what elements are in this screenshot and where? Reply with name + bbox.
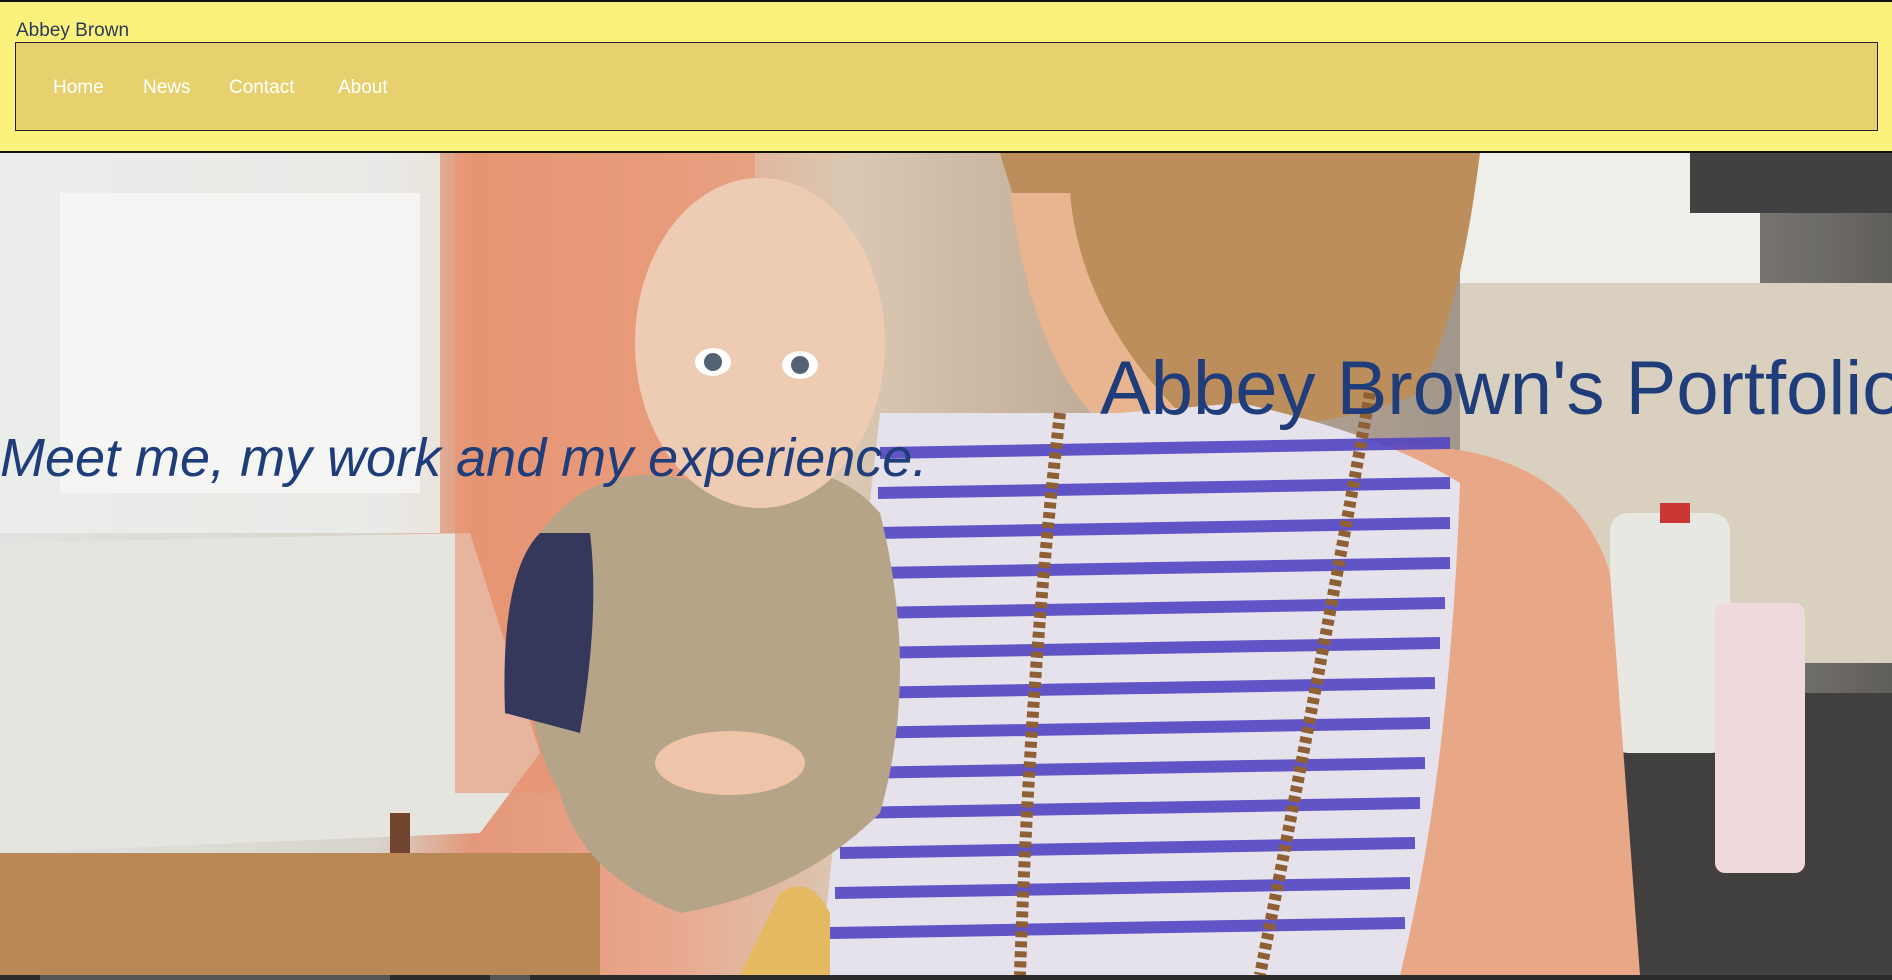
- hero-background-photo: [0, 153, 1892, 975]
- nav-item-about[interactable]: About: [338, 77, 388, 99]
- nav-item-contact[interactable]: Contact: [229, 77, 294, 99]
- hero-tagline: Meet me, my work and my experience.: [0, 428, 928, 488]
- nav-item-news[interactable]: News: [143, 77, 191, 99]
- hero-section: Abbey Brown's Portfolio Meet me, my work…: [0, 153, 1892, 975]
- bottom-strip-segment: [40, 975, 390, 980]
- bottom-strip-segment: [490, 975, 530, 980]
- site-title[interactable]: Abbey Brown: [16, 20, 129, 42]
- site-header: Abbey Brown Home News Contact About: [0, 2, 1892, 153]
- hero-title: Abbey Brown's Portfolio: [1100, 346, 1892, 431]
- main-nav: Home News Contact About: [15, 42, 1878, 131]
- nav-item-home[interactable]: Home: [53, 77, 104, 99]
